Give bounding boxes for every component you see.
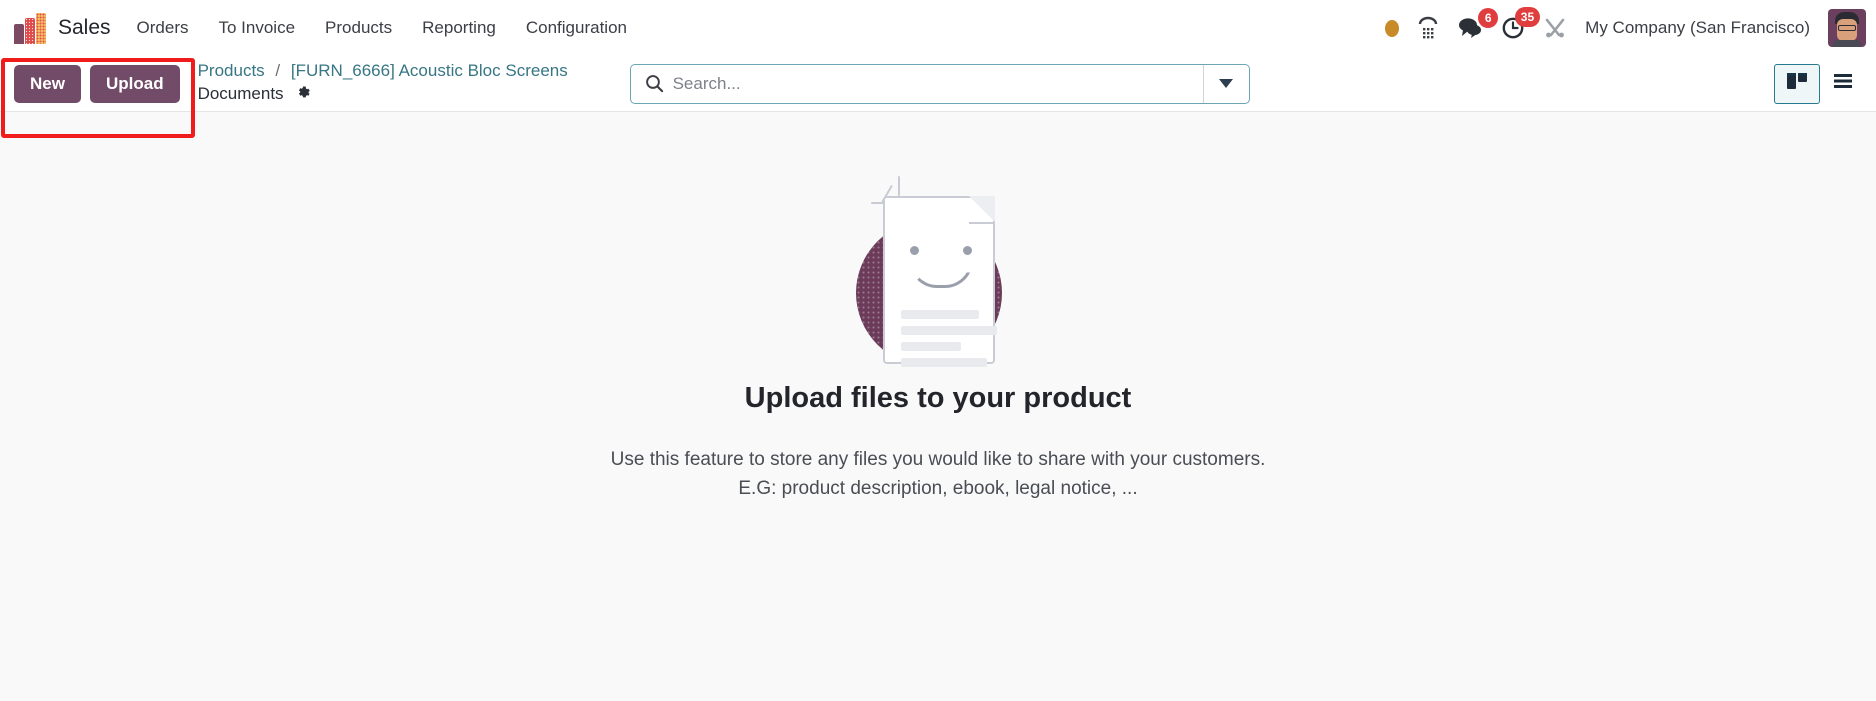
tools-wrench-icon[interactable] [1543, 16, 1567, 40]
kanban-view-button[interactable] [1774, 63, 1820, 104]
nav-item-orders[interactable]: Orders [137, 14, 189, 42]
navbar-menu: Orders To Invoice Products Reporting Con… [137, 14, 627, 42]
action-buttons: New Upload [14, 64, 180, 103]
empty-state-title: Upload files to your product [744, 382, 1132, 414]
nav-item-reporting[interactable]: Reporting [422, 14, 496, 42]
list-view-button[interactable] [1820, 64, 1866, 104]
search-icon [631, 74, 673, 93]
control-panel: New Upload Products / [FURN_6666] Acoust… [0, 56, 1876, 138]
company-switcher[interactable]: My Company (San Francisco) [1585, 18, 1810, 38]
content-area: Upload files to your product Use this fe… [0, 112, 1876, 701]
phone-dialpad-icon[interactable] [1417, 16, 1439, 40]
nav-item-products[interactable]: Products [325, 14, 392, 42]
breadcrumb-item-products[interactable]: Products [198, 61, 265, 80]
empty-state-subtitle-line2: E.G: product description, ebook, legal n… [738, 478, 1138, 500]
top-navbar: Sales Orders To Invoice Products Reporti… [0, 0, 1876, 56]
user-avatar-icon[interactable] [1828, 9, 1866, 47]
breadcrumb-separator: / [275, 60, 281, 80]
messages-button[interactable]: 6 [1457, 8, 1499, 39]
new-button[interactable]: New [14, 64, 81, 103]
upload-button[interactable]: Upload [89, 64, 180, 103]
nav-item-configuration[interactable]: Configuration [526, 14, 627, 42]
breadcrumb-item-current: Documents [197, 83, 284, 103]
kanban-view-icon [1785, 70, 1809, 97]
presence-dot-icon[interactable] [1385, 19, 1400, 37]
navbar-systray: 6 35 My Company (San Francisco) [1385, 7, 1868, 47]
messages-badge: 6 [1478, 8, 1499, 28]
activities-badge: 35 [1514, 7, 1541, 27]
empty-state-subtitle-line1: Use this feature to store any files you … [610, 449, 1266, 470]
sales-bar-chart-icon [14, 12, 48, 44]
chevron-down-icon [1219, 79, 1234, 88]
search-bar[interactable] [629, 63, 1250, 104]
smiling-document-icon [838, 174, 1038, 367]
nav-item-to-invoice[interactable]: To Invoice [219, 14, 296, 42]
app-name[interactable]: Sales [58, 16, 111, 40]
search-input[interactable] [672, 64, 1203, 103]
activities-button[interactable]: 35 [1501, 7, 1541, 40]
breadcrumb: Products / [FURN_6666] Acoustic Bloc Scr… [197, 60, 568, 108]
search-dropdown-toggle[interactable] [1202, 64, 1249, 103]
list-view-icon [1831, 70, 1855, 97]
brand-block[interactable]: Sales [14, 12, 137, 44]
gear-icon[interactable] [295, 84, 312, 108]
breadcrumb-item-record[interactable]: [FURN_6666] Acoustic Bloc Screens [291, 61, 568, 80]
view-switcher [1774, 63, 1866, 104]
